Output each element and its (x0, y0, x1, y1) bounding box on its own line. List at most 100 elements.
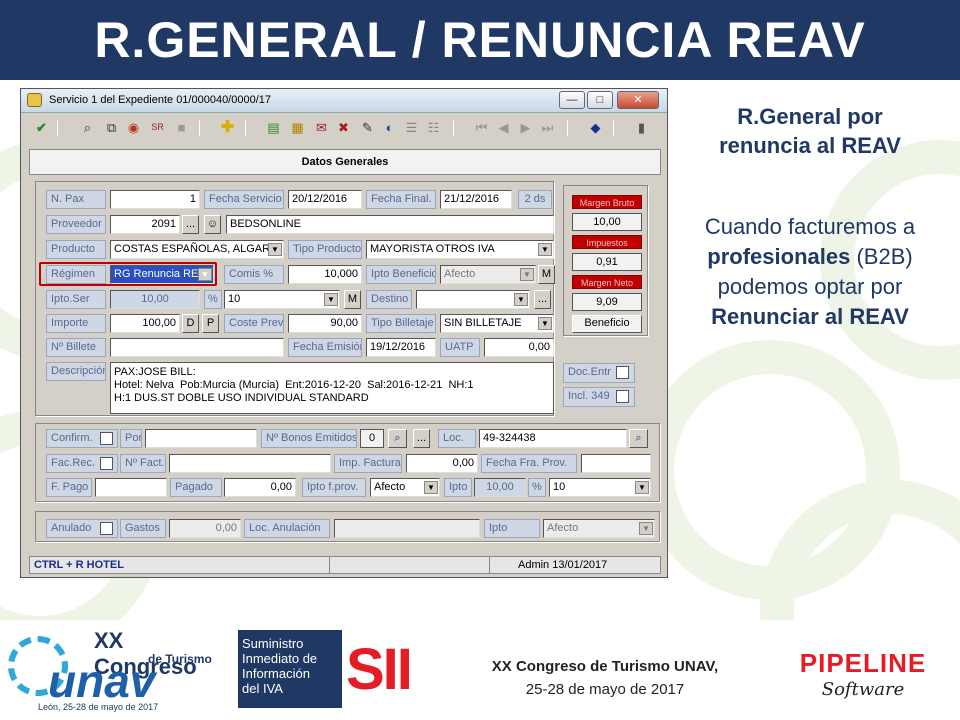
ipto-field[interactable]: 10,00 (474, 478, 526, 497)
n-fact-field[interactable] (169, 454, 331, 473)
loc-label: Loc. (438, 429, 476, 448)
doc-entr-checkbox[interactable] (616, 366, 629, 379)
prev-icon[interactable]: ◀ (495, 119, 512, 136)
chevron-down-icon: ▼ (324, 293, 338, 306)
importe-label: Importe (46, 314, 106, 333)
gastos-field[interactable]: 0,00 (169, 519, 241, 538)
bonos-label: Nº Bonos Emitidos (261, 429, 357, 448)
side-body: Cuando facturemos a profesionales (B2B) … (704, 214, 916, 329)
panel-title: Datos Generales (29, 149, 661, 175)
exit-icon[interactable]: ▮ (633, 119, 650, 136)
anulado-checkbox[interactable] (100, 522, 113, 535)
new-doc-icon[interactable]: ▤ (265, 119, 282, 136)
doc-mail-icon[interactable]: ✉ (313, 119, 330, 136)
f-pago-field[interactable] (95, 478, 167, 497)
n-billete-field[interactable] (110, 338, 284, 357)
dias-badge: 2 ds (518, 190, 552, 209)
destino-lookup-button[interactable]: ... (534, 290, 551, 309)
cube-icon[interactable]: ■ (173, 119, 190, 136)
confirm-checkbox[interactable] (100, 432, 113, 445)
tipo-billetaje-label: Tipo Billetaje (366, 314, 436, 333)
margen-bruto-label: Margen Bruto (572, 195, 642, 209)
status-left: CTRL + R HOTEL (30, 557, 330, 573)
ipto-fprov-select[interactable]: Afecto ▼ (370, 478, 440, 497)
bonos-lookup-button[interactable]: ... (413, 429, 430, 448)
last-icon[interactable]: ⏭ (539, 119, 556, 136)
pencil-icon[interactable]: ✎ (359, 119, 376, 136)
incl-349-checkbox[interactable] (616, 390, 629, 403)
proveedor-code-field[interactable]: 2091 (110, 215, 180, 234)
minimize-button[interactable]: — (559, 91, 585, 109)
chevron-down-icon: ▼ (268, 243, 282, 256)
next-icon[interactable]: ▶ (517, 119, 534, 136)
ipto-fprov-label: Ipto f.prov. (302, 478, 366, 497)
beneficio-button[interactable]: Beneficio (572, 315, 642, 333)
loc-field[interactable]: 49-324438 (479, 429, 627, 448)
ipto-beneficio-m-button[interactable]: M (538, 265, 555, 284)
loc-anulacion-field[interactable] (334, 519, 480, 538)
book-icon[interactable]: ◆ (587, 119, 604, 136)
fecha-final-field[interactable]: 21/12/2016 (440, 190, 512, 209)
producto-label: Producto (46, 240, 106, 259)
tipo-billetaje-select[interactable]: SIN BILLETAJE ▼ (440, 314, 554, 333)
pagado-field[interactable]: 0,00 (224, 478, 296, 497)
coste-prev-field[interactable]: 90,00 (288, 314, 362, 333)
n-pax-field[interactable]: 1 (110, 190, 200, 209)
slide-title: R.GENERAL / RENUNCIA REAV (0, 0, 960, 80)
fecha-emision-label: Fecha Emisión (288, 338, 362, 357)
tipo-producto-select[interactable]: MAYORISTA OTROS IVA ▼ (366, 240, 554, 259)
loc-anulacion-label: Loc. Anulación (244, 519, 330, 538)
close-button[interactable]: ✕ (617, 91, 659, 109)
proveedor-card-icon[interactable]: ☺ (204, 215, 221, 234)
importe-d-button[interactable]: D (182, 314, 199, 333)
doc-delete-icon[interactable]: ✖ (335, 119, 352, 136)
margen-bruto-value: 10,00 (572, 213, 642, 231)
fecha-emision-field[interactable]: 19/12/2016 (366, 338, 436, 357)
ipto2-label: Ipto (484, 519, 540, 538)
chevron-down-icon: ▼ (198, 268, 212, 281)
bonos-search-icon[interactable]: ⌕ (388, 429, 407, 448)
statusbar: CTRL + R HOTEL Admin 13/01/2017 (29, 556, 661, 574)
comis-field[interactable]: 10,000 (288, 265, 362, 284)
sr-icon[interactable]: SR (149, 119, 166, 136)
impuestos-value: 0,91 (572, 253, 642, 271)
fecha-fra-field[interactable] (581, 454, 651, 473)
toolbar: ✔ ⌕ ⧉ ◉ SR ■ ✚ ▤ ▦ ✉ ✖ ✎ ◐ ☰ ☷ ⏮ ◀ ▶ ⏭ ◆… (23, 115, 665, 141)
proveedor-name-field[interactable]: BEDSONLINE (226, 215, 554, 234)
margen-neto-value: 9,09 (572, 293, 642, 311)
por-field[interactable] (145, 429, 257, 448)
list2-icon[interactable]: ☷ (425, 119, 442, 136)
ipto-ser-field[interactable]: 10,00 (110, 290, 200, 309)
fecha-servicio-field[interactable]: 20/12/2016 (288, 190, 362, 209)
check-icon[interactable]: ✔ (33, 119, 50, 136)
copy-icon[interactable]: ⧉ (103, 119, 120, 136)
search-doc-icon[interactable]: ⌕ (79, 119, 96, 136)
margen-neto-label: Margen Neto (572, 275, 642, 289)
add-icon[interactable]: ✚ (219, 119, 236, 136)
importe-p-button[interactable]: P (202, 314, 219, 333)
proveedor-lookup-button[interactable]: ... (182, 215, 199, 234)
window-titlebar: Servicio 1 del Expediente 01/000040/0000… (21, 89, 667, 113)
sii-text-box: Suministro Inmediato de Información del … (238, 630, 342, 708)
first-icon[interactable]: ⏮ (473, 119, 490, 136)
ipto2-select[interactable]: Afecto ▼ (543, 519, 655, 538)
fac-rec-checkbox[interactable] (100, 457, 113, 470)
edit-doc-icon[interactable]: ▦ (289, 119, 306, 136)
uatp-field[interactable]: 0,00 (484, 338, 554, 357)
regimen-select[interactable]: RG Renuncia REA ▼ (110, 265, 214, 284)
ipto-ser-m-button[interactable]: M (344, 290, 361, 309)
globe-icon[interactable]: ◉ (125, 119, 142, 136)
ipto-select[interactable]: 10 ▼ (549, 478, 651, 497)
maximize-button[interactable]: □ (587, 91, 613, 109)
imp-factura-field[interactable]: 0,00 (406, 454, 478, 473)
toggle-icon[interactable]: ◐ (381, 119, 398, 136)
importe-field[interactable]: 100,00 (110, 314, 180, 333)
loc-search-icon[interactable]: ⌕ (629, 429, 648, 448)
ipto-ser-select[interactable]: 10 ▼ (224, 290, 340, 309)
descripcion-textarea[interactable]: PAX:JOSE BILL: Hotel: Nelva Pob:Murcia (… (110, 362, 554, 414)
ipto-beneficio-select[interactable]: Afecto ▼ (440, 265, 536, 284)
list-icon[interactable]: ☰ (403, 119, 420, 136)
producto-select[interactable]: COSTAS ESPAÑOLAS, ALGARV ▼ (110, 240, 284, 259)
destino-select[interactable]: ▼ (416, 290, 530, 309)
chevron-down-icon: ▼ (635, 481, 649, 494)
